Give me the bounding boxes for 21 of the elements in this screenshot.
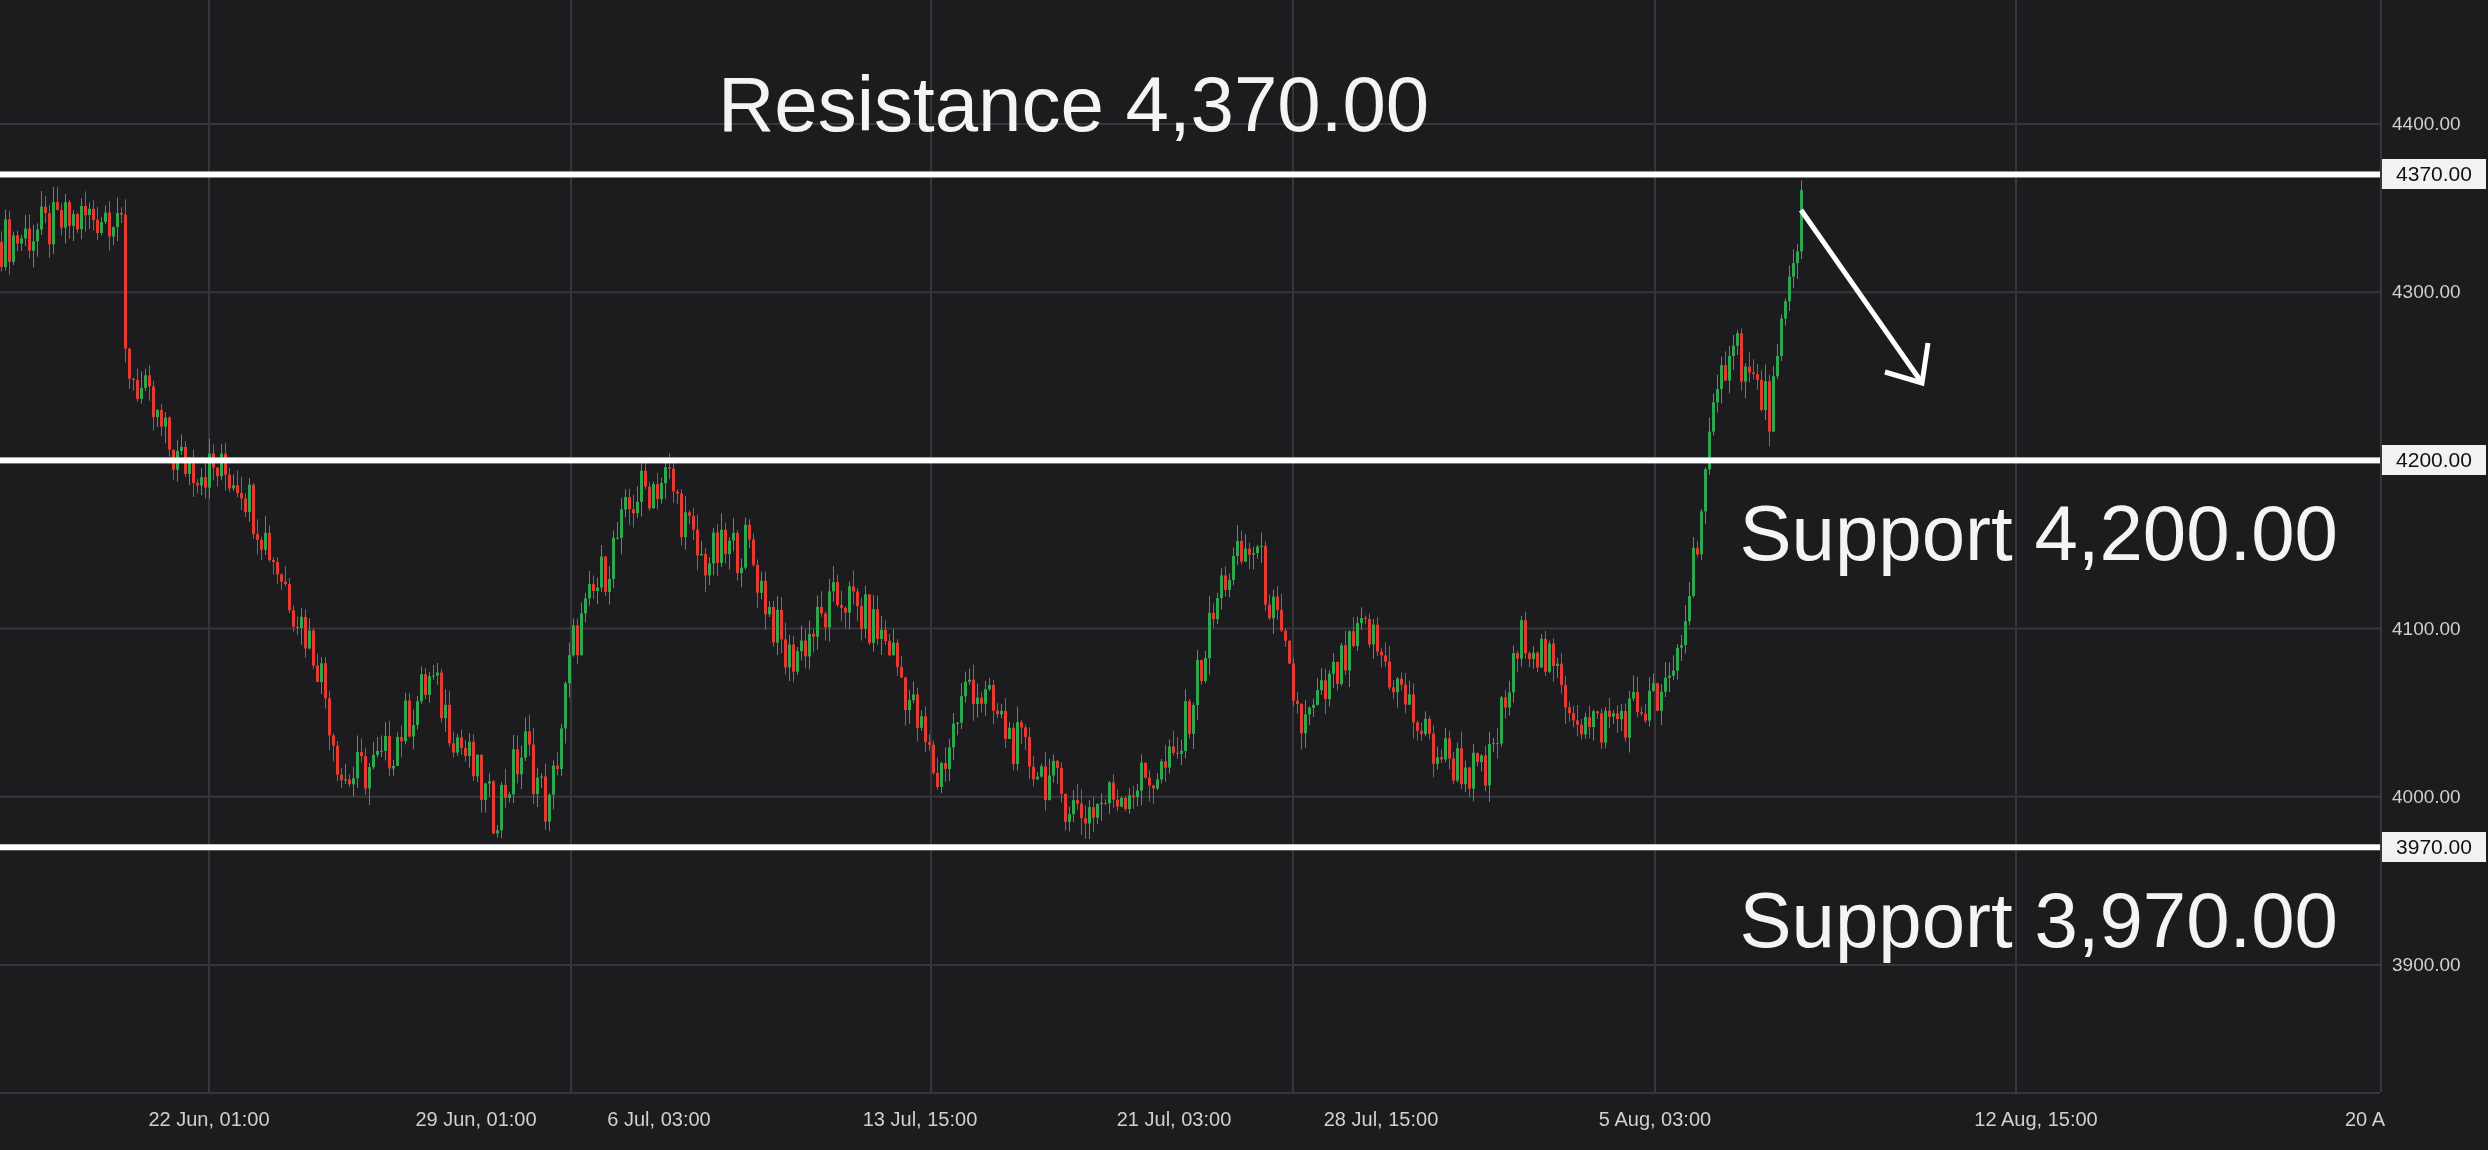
- level-label: Support 4,200.00: [1739, 488, 2338, 580]
- level-label: Support 3,970.00: [1739, 875, 2338, 967]
- time-label: 22 Jun, 01:00: [148, 1108, 270, 1131]
- time-label: 6 Jul, 03:00: [607, 1108, 711, 1131]
- price-tag: 4200.00: [2382, 445, 2486, 476]
- arrow-icon: [1798, 208, 1931, 387]
- price-tag: 4370.00: [2382, 159, 2486, 190]
- time-label: 28 Jul, 15:00: [1323, 1108, 1439, 1131]
- time-label: 12 Aug, 15:00: [1974, 1108, 2098, 1131]
- time-label: 29 Jun, 01:00: [415, 1108, 537, 1131]
- price-label: 3900.00: [2392, 954, 2461, 976]
- price-label: 4000.00: [2392, 785, 2461, 808]
- time-label: 13 Jul, 15:00: [862, 1108, 978, 1131]
- price-tag: 3970.00: [2382, 832, 2486, 863]
- time-label: 5 Aug, 03:00: [1598, 1108, 1712, 1131]
- time-label: 20 A: [2345, 1108, 2385, 1131]
- price-label: 4300.00: [2392, 281, 2461, 304]
- time-label: 21 Jul, 03:00: [1116, 1108, 1232, 1131]
- price-label: 4100.00: [2392, 617, 2461, 640]
- price-label: 4400.00: [2392, 113, 2461, 135]
- level-label: Resistance 4,370.00: [718, 59, 1430, 151]
